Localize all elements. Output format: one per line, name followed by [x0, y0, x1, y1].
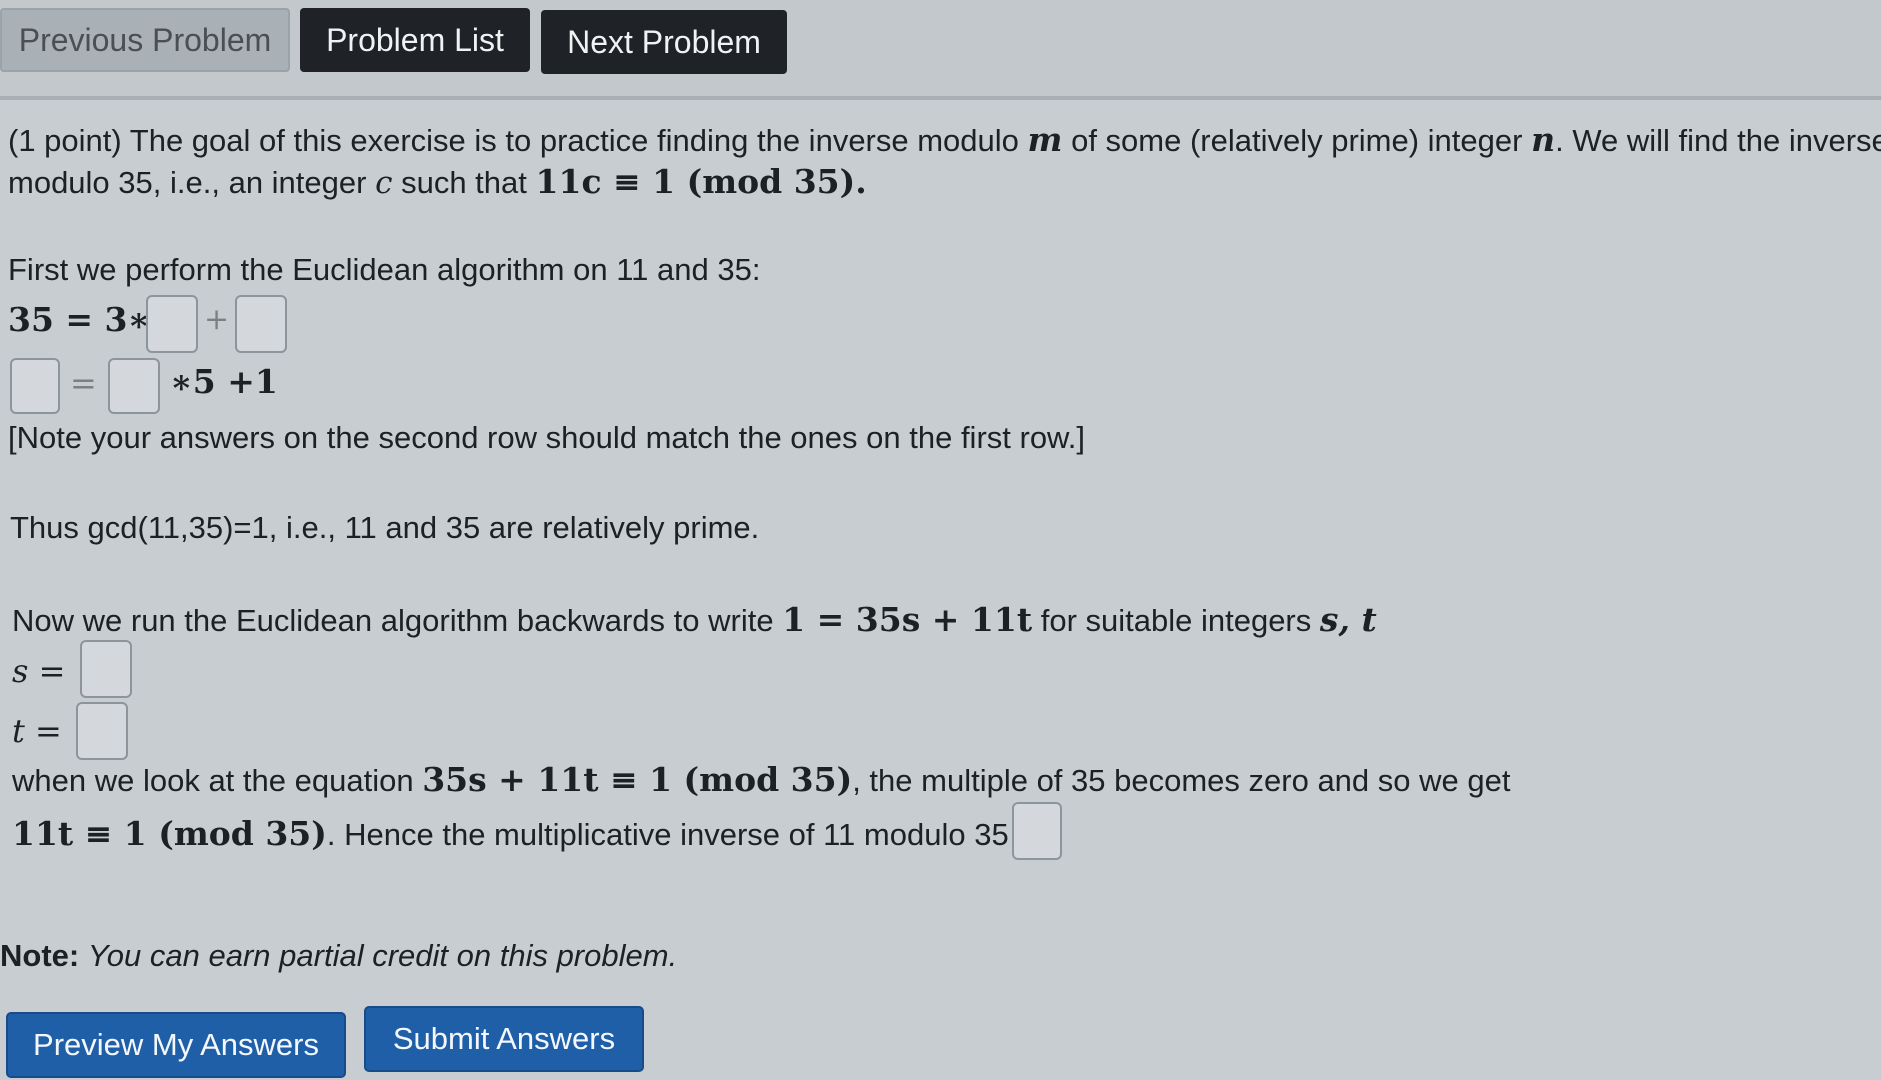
- partial-credit-note: Note: You can earn partial credit on thi…: [0, 938, 677, 974]
- note-label: Note:: [0, 938, 80, 973]
- intro-line-2: modulo 35, i.e., an integer c such that …: [8, 162, 867, 201]
- intro-text: such that: [401, 165, 527, 200]
- previous-problem-button[interactable]: Previous Problem: [0, 8, 290, 72]
- bezout-equation: 1 = 35s + 11t: [782, 600, 1033, 639]
- answer-box-quotient[interactable]: [146, 295, 198, 353]
- intro-text: modulo 35, i.e., an integer: [8, 165, 367, 200]
- intro-text: of some (relatively prime) integer: [1071, 123, 1523, 158]
- reduced-congruence: 11t ≡ 1 (mod 35): [12, 814, 327, 853]
- answer-box-inverse[interactable]: [1012, 802, 1062, 860]
- when-line: when we look at the equation 35s + 11t ≡…: [12, 760, 1510, 799]
- next-problem-button[interactable]: Next Problem: [541, 10, 787, 74]
- math-m: m: [1027, 120, 1063, 159]
- plus-sign: +: [204, 302, 230, 337]
- answer-box-remainder[interactable]: [235, 295, 287, 353]
- gcd-statement: Thus gcd(11,35)=1, i.e., 11 and 35 are r…: [10, 510, 760, 545]
- euclid-intro: First we perform the Euclidean algorithm…: [8, 252, 761, 287]
- when-text: , the multiple of 35 becomes zero and so…: [852, 763, 1511, 798]
- congruence-statement: 11c ≡ 1 (mod 35).: [535, 162, 867, 201]
- s-label-text: s =: [12, 652, 66, 690]
- intro-text: (1 point) The goal of this exercise is t…: [8, 123, 1019, 158]
- hence-line: 11t ≡ 1 (mod 35). Hence the multiplicati…: [12, 814, 1040, 853]
- intro-line-1: (1 point) The goal of this exercise is t…: [8, 120, 1881, 159]
- answer-box-row2-divisor[interactable]: [108, 358, 160, 414]
- equals-sign: =: [70, 364, 97, 402]
- submit-answers-button[interactable]: Submit Answers: [364, 1006, 644, 1072]
- preview-answers-button[interactable]: Preview My Answers: [6, 1012, 346, 1078]
- mod-equation: 35s + 11t ≡ 1 (mod 35): [422, 760, 853, 799]
- backwards-text: Now we run the Euclidean algorithm backw…: [12, 603, 774, 638]
- euclid-row-1-lhs: 35 = 3∗: [8, 300, 151, 339]
- hence-text: . Hence the multiplicative inverse of 11…: [326, 817, 1040, 852]
- answer-box-s[interactable]: [80, 640, 132, 698]
- when-text: when we look at the equation: [12, 763, 414, 798]
- answer-box-row2-lhs[interactable]: [10, 358, 60, 414]
- vars-s-t: s, t: [1319, 600, 1377, 639]
- problem-navigation-bar: Previous Problem Problem List Next Probl…: [0, 0, 1881, 100]
- t-label-text: t =: [12, 712, 62, 750]
- s-label: s =: [12, 652, 65, 690]
- backwards-line: Now we run the Euclidean algorithm backw…: [12, 600, 1377, 639]
- answer-box-t[interactable]: [76, 702, 128, 760]
- problem-list-button[interactable]: Problem List: [300, 8, 530, 72]
- note-rows: [Note your answers on the second row sho…: [8, 420, 1085, 455]
- intro-text: . We will find the inverse: [1555, 123, 1881, 158]
- note-text: You can earn partial credit on this prob…: [87, 938, 678, 973]
- backwards-text: for suitable integers: [1040, 603, 1312, 638]
- euclid-row-2-rhs: ∗5 +1: [170, 362, 278, 401]
- problem-body: (1 point) The goal of this exercise is t…: [0, 100, 1881, 1080]
- t-label: t =: [12, 712, 62, 750]
- math-n: n: [1531, 120, 1556, 159]
- math-c: c: [375, 165, 393, 201]
